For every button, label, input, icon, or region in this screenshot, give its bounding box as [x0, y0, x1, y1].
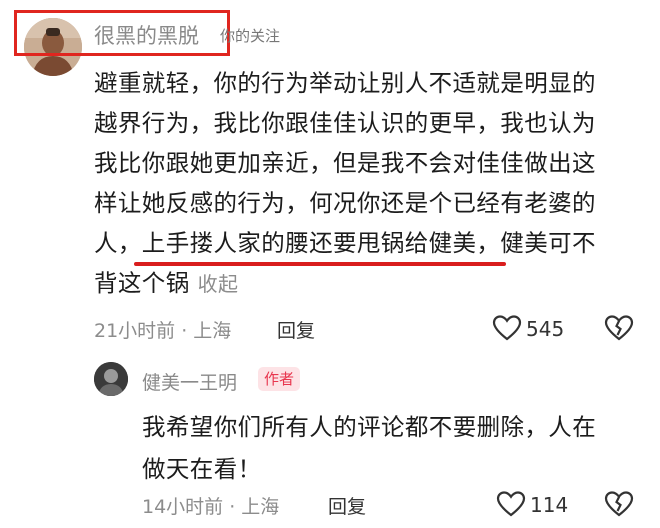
- reply-button[interactable]: 回复: [277, 316, 315, 343]
- comment-line: 人，上手搂人家的腰还要甩锅给健美，健美可不: [94, 229, 596, 257]
- reply-like-count: 114: [530, 493, 569, 517]
- broken-heart-icon[interactable]: [604, 314, 634, 342]
- follow-tag: 你的关注: [220, 27, 281, 45]
- comment-time-location: 21小时前 · 上海: [94, 320, 232, 342]
- author-badge: 作者: [258, 367, 301, 391]
- reply-avatar[interactable]: [94, 362, 128, 396]
- comment-line: 我比你跟她更加亲近，但是我不会对佳佳做出这: [94, 149, 596, 177]
- heart-icon[interactable]: [496, 490, 526, 518]
- reply-line: 我希望你们所有人的评论都不要删除，人在: [142, 413, 597, 441]
- comment-line: 样让她反感的行为，何况你还是个已经有老婆的: [94, 189, 596, 217]
- reply-username[interactable]: 健美一王明: [142, 368, 237, 395]
- broken-heart-icon[interactable]: [604, 490, 634, 518]
- heart-icon[interactable]: [492, 314, 522, 342]
- comment-username[interactable]: 很黑的黑脱: [94, 20, 199, 50]
- like-count: 545: [526, 317, 565, 341]
- reply-time-location: 14小时前 · 上海: [142, 496, 280, 518]
- reply-reply-button[interactable]: 回复: [328, 492, 366, 519]
- reply-line: 做天在看！: [142, 455, 262, 483]
- collapse-button[interactable]: 收起: [198, 272, 239, 296]
- comment-line-last: 背这个锅 收起: [94, 264, 238, 298]
- comment-line: 越界行为，我比你跟佳佳认识的更早，我也认为: [94, 109, 596, 137]
- comment-line: 避重就轻，你的行为举动让别人不适就是明显的: [94, 69, 596, 97]
- comment-line: 背这个锅: [94, 269, 190, 297]
